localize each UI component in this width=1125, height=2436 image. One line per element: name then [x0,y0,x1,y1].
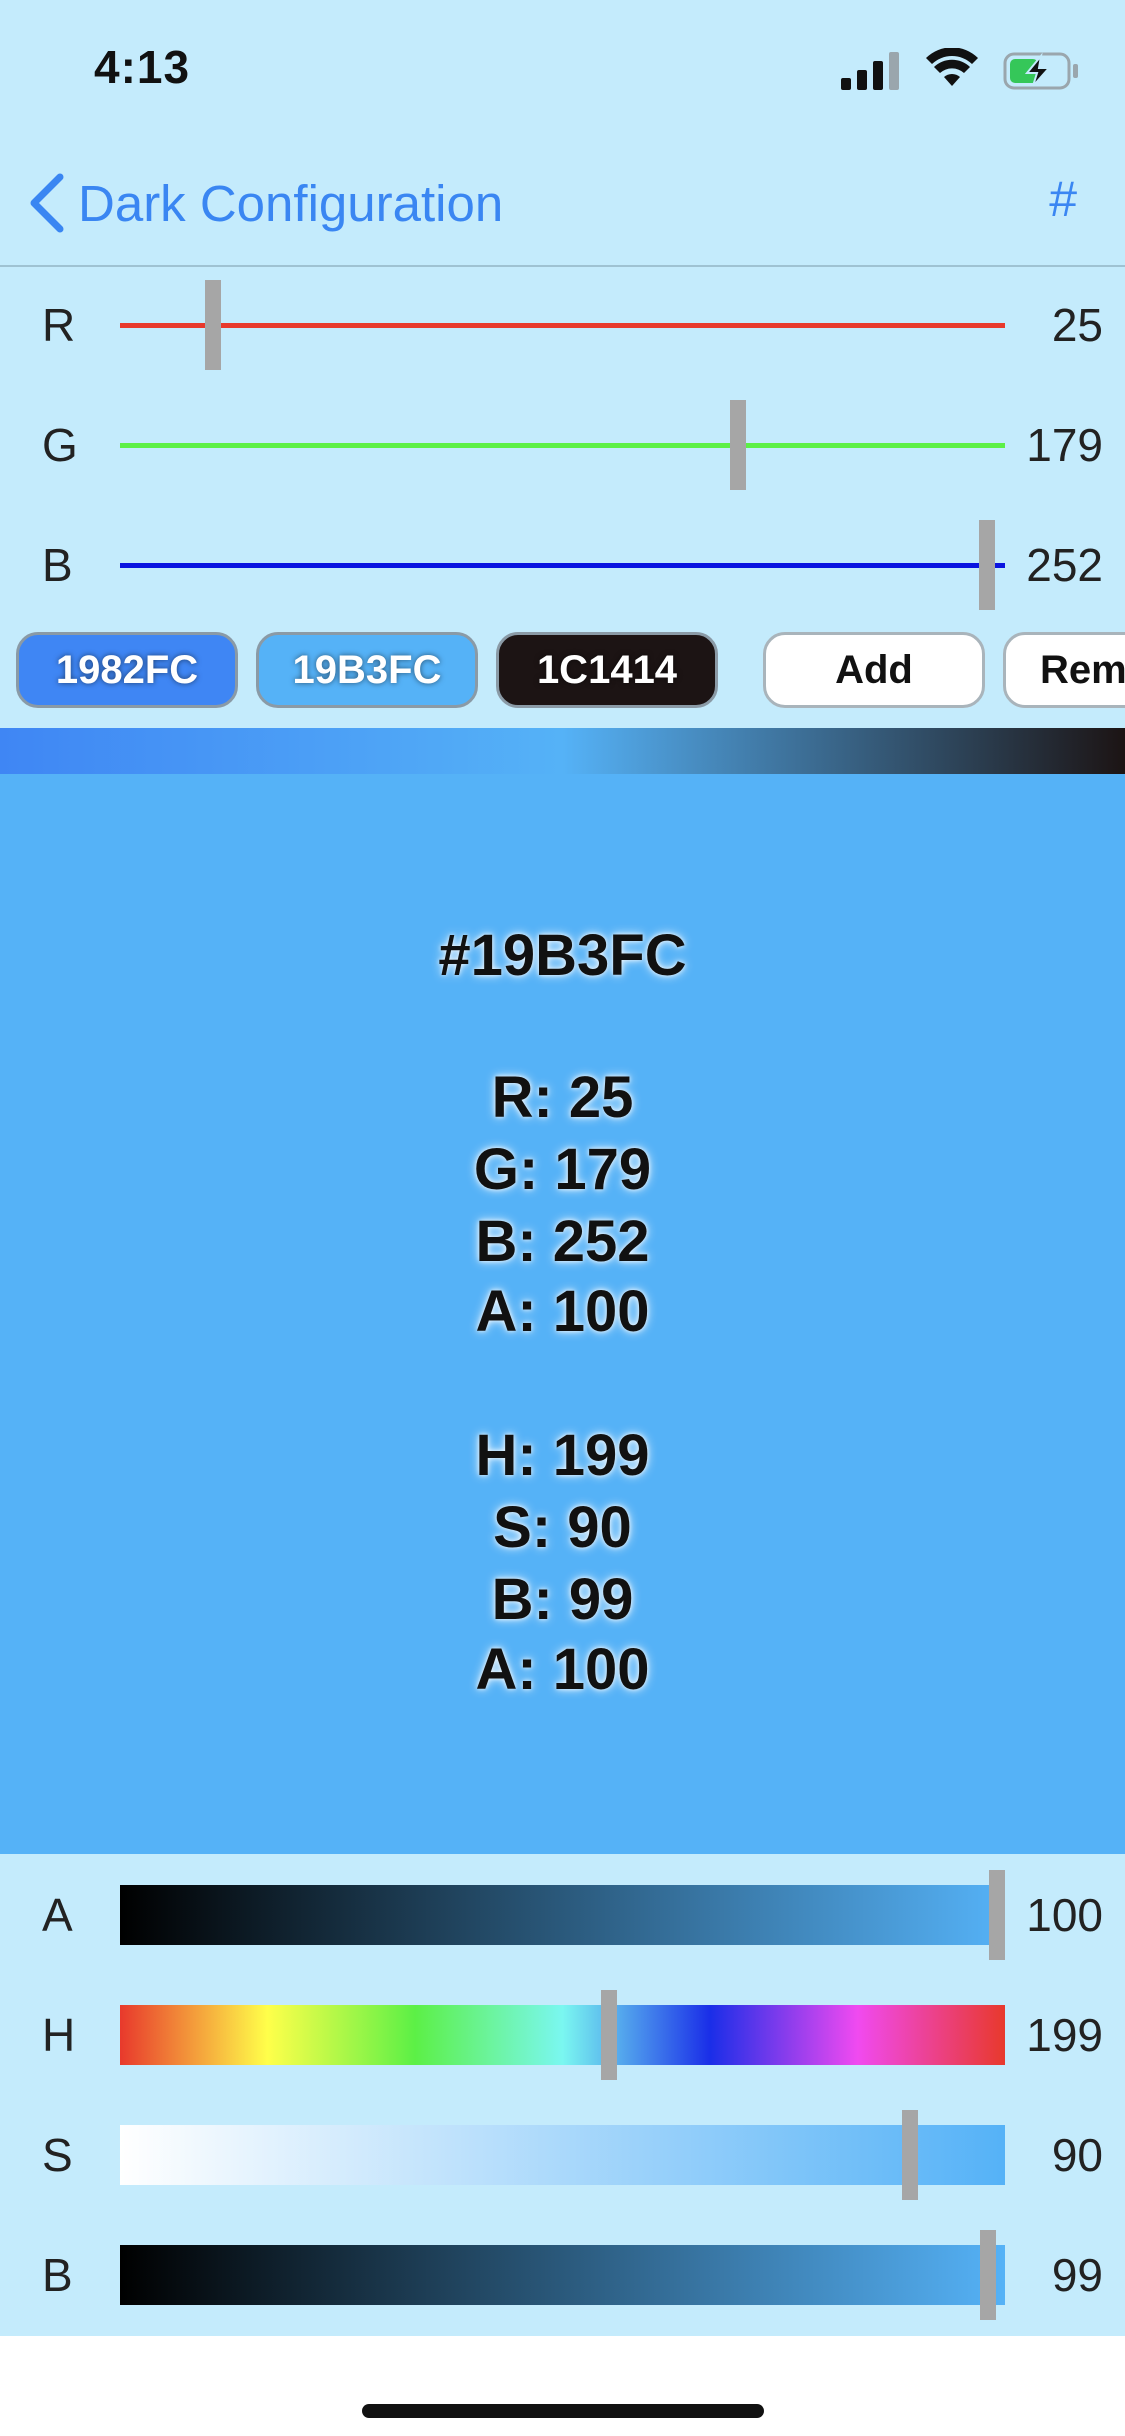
status-icons [841,48,1081,92]
slider-saturation: S 90 [0,2100,1125,2210]
slider-track[interactable] [120,2005,1005,2065]
slider-blue: B 252 [0,510,1125,620]
slider-track[interactable] [120,1885,1005,1945]
slider-brightness: B 99 [0,2220,1125,2330]
slider-thumb[interactable] [205,280,222,370]
battery-charging-icon [1003,52,1078,90]
status-bar: 4:13 [0,0,1125,140]
preview-rgba-red: R: 25 [491,1065,634,1130]
nav-bar: Dark Configuration # [0,140,1125,267]
color-preview: #19B3FC R: 25 G: 179 B: 252 A: 100 H: 19… [0,774,1125,1854]
color-chip-row: 1982FC 19B3FC 1C1414 Add Rem [0,630,1125,714]
slider-track[interactable] [120,2125,1005,2185]
remove-button[interactable]: Rem [1003,632,1125,708]
saved-color-chip[interactable]: 1C1414 [496,632,718,708]
slider-thumb[interactable] [600,1990,617,2080]
preview-hex: #19B3FC [438,923,687,988]
preview-hsba-brightness: B: 99 [491,1567,634,1632]
back-button-label: Dark Configuration [78,174,504,232]
slider-alpha: A 100 [0,1860,1125,1970]
saved-color-chip[interactable]: 1982FC [16,632,238,708]
preview-hsba-alpha: A: 100 [475,1637,650,1702]
add-button[interactable]: Add [763,632,985,708]
home-indicator-area [0,2336,1125,2436]
slider-thumb[interactable] [978,520,995,610]
preview-hsba-hue: H: 199 [475,1423,650,1488]
saved-color-chip[interactable]: 19B3FC [256,632,478,708]
chevron-left-icon [30,173,64,233]
slider-red: R 25 [0,270,1125,380]
preview-rgba-alpha: A: 100 [475,1279,650,1344]
slider-value: 90 [1051,2129,1103,2181]
wifi-icon [926,48,978,86]
slider-label: S [42,2129,73,2181]
slider-value: 25 [1051,299,1103,351]
back-button[interactable]: Dark Configuration [24,168,503,238]
preview-rgba-blue: B: 252 [475,1209,650,1274]
slider-track[interactable] [120,563,1005,568]
slider-green: G 179 [0,390,1125,500]
slider-value: 100 [1026,1889,1103,1941]
slider-track[interactable] [120,2245,1005,2305]
status-time: 4:13 [94,41,191,93]
slider-thumb[interactable] [980,2230,997,2320]
palette-gradient-strip [0,728,1125,774]
slider-value: 252 [1026,539,1103,591]
preview-hsba-saturation: S: 90 [493,1495,632,1560]
slider-value: 199 [1026,2009,1103,2061]
slider-label: H [42,2009,76,2061]
slider-track[interactable] [120,323,1005,328]
slider-label: A [42,1889,73,1941]
home-indicator[interactable] [362,2404,764,2418]
slider-label: R [42,299,76,351]
slider-label: B [42,2249,73,2301]
slider-value: 99 [1051,2249,1103,2301]
slider-thumb[interactable] [902,2110,919,2200]
slider-value: 179 [1026,419,1103,471]
slider-thumb[interactable] [989,1870,1005,1960]
slider-hue: H 199 [0,1980,1125,2090]
slider-label: B [42,539,73,591]
slider-thumb[interactable] [730,400,747,490]
hex-input-button[interactable]: # [1049,170,1077,228]
slider-label: G [42,419,78,471]
slider-track[interactable] [120,443,1005,448]
cellular-signal-icon [841,52,899,90]
preview-rgba-green: G: 179 [473,1137,652,1202]
